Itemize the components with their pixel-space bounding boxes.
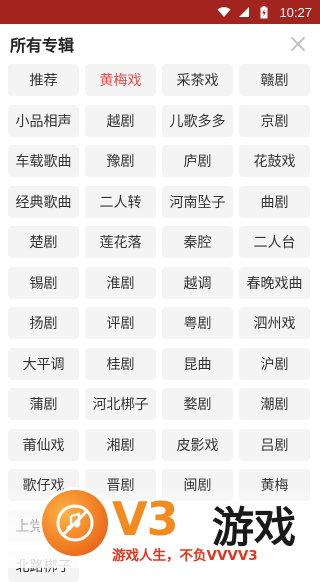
album-tag[interactable]: 北路梆子 [8,550,79,582]
album-tag[interactable]: 河南坠子 [162,185,233,218]
album-tag[interactable]: 赣剧 [239,64,310,96]
album-tag[interactable]: 莲花落 [85,226,156,258]
status-bar: 10:27 [0,0,320,24]
album-tag[interactable]: 二人台 [239,226,310,258]
album-tag[interactable]: 车载歌曲 [8,145,79,177]
album-tag[interactable]: 京剧 [239,104,310,137]
album-tag[interactable]: 昆曲 [162,347,233,380]
album-tag[interactable]: 经典歌曲 [8,185,79,218]
battery-charging-icon [257,5,271,18]
album-tag[interactable]: 二人转 [85,185,156,218]
album-tag[interactable]: 扬剧 [8,307,79,339]
album-tag[interactable]: 秦腔 [162,226,233,258]
album-tag[interactable]: 沪剧 [239,347,310,380]
album-tag[interactable]: 莆仙戏 [8,428,79,461]
album-tag[interactable]: 楚剧 [8,226,79,258]
album-tag[interactable]: 春晚戏曲 [239,266,310,299]
album-tag[interactable]: 吕剧 [239,428,310,461]
close-button[interactable] [286,32,310,56]
album-tag[interactable]: 粤剧 [162,307,233,339]
album-tag[interactable]: 大平调 [8,347,79,380]
album-tag[interactable]: 闽剧 [162,469,233,501]
album-tag[interactable]: 儿歌多多 [162,104,233,137]
album-tag[interactable]: 潮剧 [239,388,310,420]
status-time: 10:27 [279,4,312,20]
album-tag[interactable]: 湘剧 [85,428,156,461]
album-tag[interactable]: 推荐 [8,64,79,96]
album-tag[interactable]: 皮影戏 [162,428,233,461]
album-tag[interactable]: 婺剧 [162,388,233,420]
album-tag[interactable]: 越剧 [85,104,156,137]
album-tag[interactable]: 泗州戏 [239,307,310,339]
album-grid: 推荐 黄梅戏 采茶戏 赣剧小品相声 越剧 儿歌多多 京剧车载歌曲 豫剧 庐剧 花鼓戏经典歌曲 二人转… [8,64,312,582]
page-title: 所有专辑 [10,36,75,55]
close-icon [291,37,305,51]
album-tag[interactable]: 黄梅戏 [85,64,156,96]
album-tag[interactable]: 上党梆子 [8,509,79,542]
album-tag[interactable]: 河北梆子 [85,388,156,420]
album-tag[interactable]: 歌仔戏 [8,469,79,501]
album-tag[interactable]: 曲剧 [239,185,310,218]
wifi-icon [217,6,231,18]
signal-icon [237,6,251,18]
album-tag[interactable]: 豫剧 [85,145,156,177]
album-tag[interactable]: 庐剧 [162,145,233,177]
album-tag[interactable]: 蒲剧 [8,388,79,420]
header: 所有专辑 [0,24,320,64]
album-tag[interactable]: 淮剧 [85,266,156,299]
album-tag[interactable]: 评剧 [85,307,156,339]
album-tag[interactable]: 越调 [162,266,233,299]
album-tag[interactable]: 桂剧 [85,347,156,380]
album-tag[interactable]: 采茶戏 [162,64,233,96]
album-tag[interactable]: 小品相声 [8,104,79,137]
album-tag[interactable]: 花鼓戏 [239,145,310,177]
album-tag[interactable]: 黄梅 [239,469,310,501]
album-tag[interactable]: 锡剧 [8,266,79,299]
album-tag[interactable]: 晋剧 [85,469,156,501]
